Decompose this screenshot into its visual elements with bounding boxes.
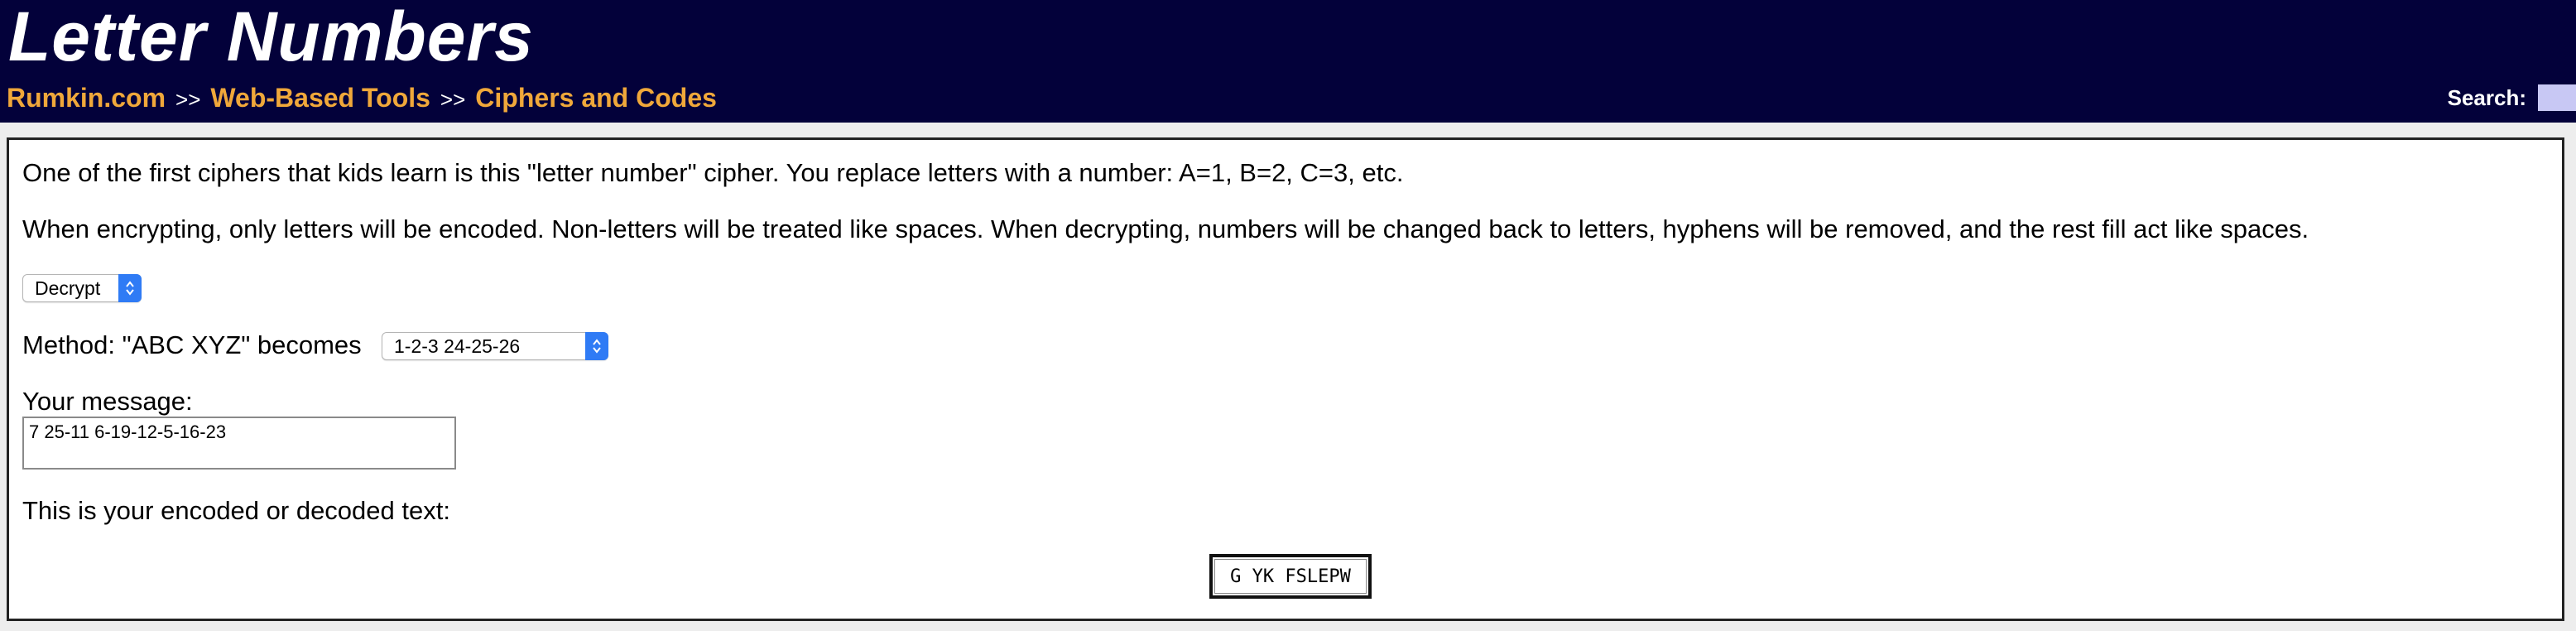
- mode-select-value: Decrypt: [35, 277, 101, 299]
- intro-text: One of the first ciphers that kids learn…: [22, 158, 1404, 187]
- search-input[interactable]: [2538, 84, 2576, 111]
- breadcrumb-link-ciphers-and-codes[interactable]: Ciphers and Codes: [475, 83, 717, 113]
- breadcrumb-separator: >>: [440, 87, 466, 112]
- page-title: Letter Numbers: [8, 0, 534, 75]
- breadcrumb-separator: >>: [175, 87, 201, 112]
- result-output: G YK FSLEPW: [1209, 554, 1372, 599]
- rules-text: When encrypting, only letters will be en…: [22, 214, 2309, 243]
- result-label: This is your encoded or decoded text:: [22, 496, 450, 525]
- method-select[interactable]: 1-2-3 24-25-26: [382, 332, 608, 360]
- message-textarea[interactable]: 7 25-11 6-19-12-5-16-23: [22, 417, 456, 470]
- cipher-panel: One of the first ciphers that kids learn…: [7, 137, 2564, 621]
- search-area: Search:: [2448, 84, 2576, 111]
- method-label: Method: "ABC XYZ" becomes: [22, 330, 362, 359]
- method-select-value: 1-2-3 24-25-26: [394, 335, 521, 357]
- mode-select[interactable]: Decrypt: [22, 274, 142, 302]
- search-label: Search:: [2447, 84, 2526, 110]
- message-label: Your message:: [22, 387, 193, 416]
- breadcrumb-link-web-based-tools[interactable]: Web-Based Tools: [210, 83, 430, 113]
- site-header: Letter Numbers Rumkin.com >> Web-Based Too…: [0, 0, 2576, 123]
- select-arrows-icon: [118, 274, 142, 302]
- breadcrumb: Rumkin.com >> Web-Based Tools >> Ciphers and…: [7, 83, 717, 113]
- breadcrumb-link-rumkin[interactable]: Rumkin.com: [7, 83, 166, 113]
- select-arrows-icon: [585, 332, 608, 360]
